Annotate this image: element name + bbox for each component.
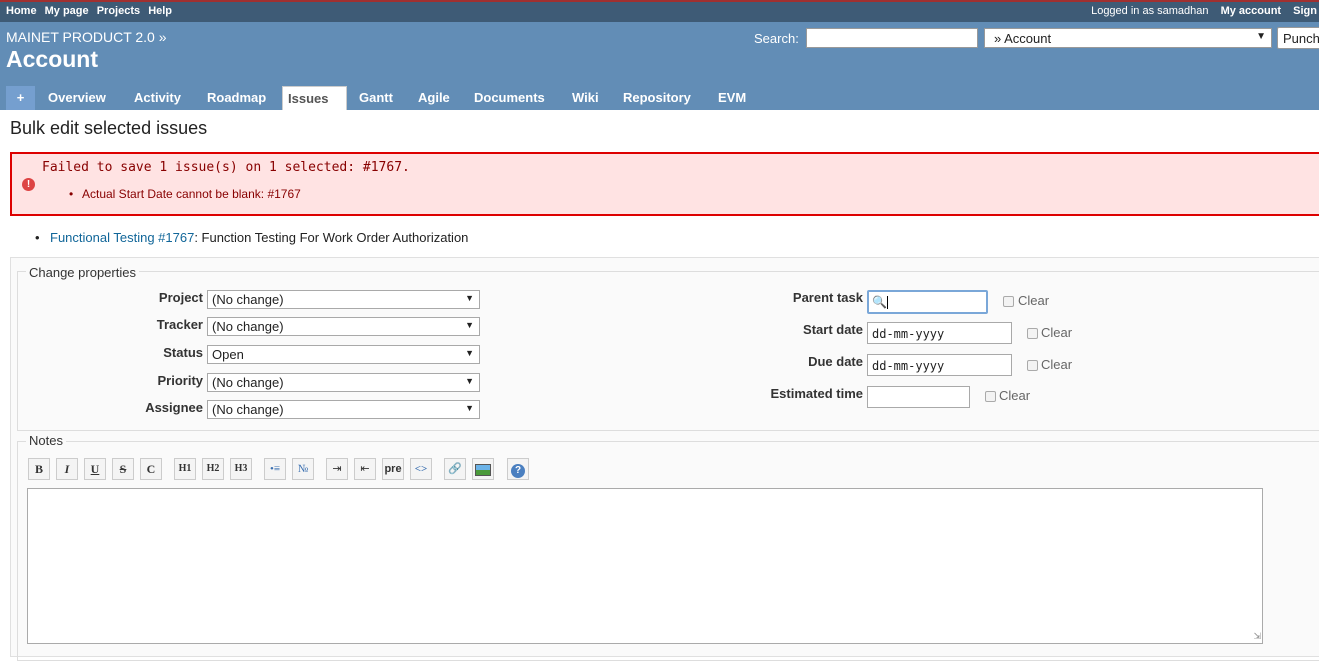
tab-roadmap[interactable]: Roadmap bbox=[202, 86, 271, 110]
parent-task-clear-checkbox[interactable] bbox=[1003, 296, 1014, 307]
underline-button[interactable]: U bbox=[84, 458, 106, 480]
due-date-label: Due date bbox=[808, 354, 863, 369]
tab-documents[interactable]: Documents bbox=[469, 86, 550, 110]
indent-icon[interactable]: ⇥ bbox=[326, 458, 348, 480]
dropdown-arrow-icon: ▼ bbox=[465, 348, 474, 358]
project-title: Account bbox=[6, 46, 98, 72]
tab-activity[interactable]: Activity bbox=[129, 86, 186, 110]
issue-subject: : Function Testing For Work Order Author… bbox=[194, 230, 469, 245]
tab-gantt[interactable]: Gantt bbox=[354, 86, 398, 110]
menu-help-link[interactable]: Help bbox=[148, 5, 172, 17]
dropdown-arrow-icon: ▼ bbox=[465, 376, 474, 386]
search-icon: 🔍 bbox=[872, 295, 887, 309]
parent-task-input[interactable]: 🔍 bbox=[867, 290, 988, 314]
top-menu-bar: Home My page Projects Help Logged in as … bbox=[0, 0, 1319, 22]
menu-my-page-link[interactable]: My page bbox=[45, 5, 89, 17]
logged-in-as: Logged in as samadhan bbox=[1091, 5, 1209, 17]
parent-task-clear-label: Clear bbox=[1018, 293, 1050, 308]
text-cursor bbox=[886, 296, 888, 309]
code-icon[interactable]: <> bbox=[410, 458, 432, 480]
tab-new-object[interactable]: + bbox=[6, 86, 35, 110]
parent-project-link[interactable]: MAINET PRODUCT 2.0 » bbox=[6, 29, 167, 45]
estimated-time-input[interactable] bbox=[867, 386, 970, 408]
search-label: Search: bbox=[754, 31, 799, 46]
tab-issues[interactable]: Issues bbox=[282, 86, 347, 110]
estimated-time-clear-checkbox[interactable] bbox=[985, 391, 996, 402]
resize-grip-icon[interactable]: ⇲ bbox=[1253, 631, 1261, 642]
status-select[interactable]: Open ▼ bbox=[207, 345, 480, 364]
error-icon: ! bbox=[22, 178, 35, 191]
tab-overview[interactable]: Overview bbox=[43, 86, 111, 110]
dropdown-arrow-icon: ▼ bbox=[1256, 31, 1266, 42]
heading1-button[interactable]: H1 bbox=[174, 458, 196, 480]
estimated-time-label: Estimated time bbox=[770, 386, 863, 401]
error-message: Failed to save 1 issue(s) on 1 selected:… bbox=[42, 160, 410, 175]
assignee-label: Assignee bbox=[145, 400, 203, 415]
due-date-clear-label: Clear bbox=[1041, 357, 1073, 372]
selected-issue-item: Functional Testing #1767: Function Testi… bbox=[35, 230, 469, 245]
strikethrough-button[interactable]: S bbox=[112, 458, 134, 480]
start-date-clear-checkbox[interactable] bbox=[1027, 328, 1038, 339]
tab-repository[interactable]: Repository bbox=[618, 86, 696, 110]
tab-wiki[interactable]: Wiki bbox=[567, 86, 604, 110]
priority-select[interactable]: (No change) ▼ bbox=[207, 373, 480, 392]
notes-textarea[interactable]: ⇲ bbox=[27, 488, 1263, 644]
status-label: Status bbox=[163, 345, 203, 360]
pre-button[interactable]: pre bbox=[382, 458, 404, 480]
bold-button[interactable]: B bbox=[28, 458, 50, 480]
my-account-link[interactable]: My account bbox=[1221, 5, 1282, 17]
due-date-input[interactable]: dd-mm-yyyy bbox=[867, 354, 1012, 376]
page-title: Bulk edit selected issues bbox=[10, 118, 208, 138]
start-date-label: Start date bbox=[803, 322, 863, 337]
dropdown-arrow-icon: ▼ bbox=[465, 403, 474, 413]
dropdown-arrow-icon: ▼ bbox=[465, 293, 474, 303]
image-icon[interactable] bbox=[472, 458, 494, 480]
priority-select-value: (No change) bbox=[212, 375, 284, 390]
status-select-value: Open bbox=[212, 347, 244, 362]
help-icon[interactable]: ? bbox=[507, 458, 529, 480]
sign-out-link[interactable]: Sign bbox=[1293, 5, 1317, 17]
priority-label: Priority bbox=[157, 373, 203, 388]
ordered-list-icon[interactable]: № bbox=[292, 458, 314, 480]
assignee-select[interactable]: (No change) ▼ bbox=[207, 400, 480, 419]
project-jump-value: » Account bbox=[994, 31, 1052, 46]
project-label: Project bbox=[158, 290, 203, 305]
parent-task-label: Parent task bbox=[792, 290, 863, 305]
menu-projects-link[interactable]: Projects bbox=[97, 5, 140, 17]
dropdown-arrow-icon: ▼ bbox=[465, 320, 474, 330]
tracker-select[interactable]: (No change) ▼ bbox=[207, 317, 480, 336]
assignee-select-value: (No change) bbox=[212, 402, 284, 417]
project-select-value: (No change) bbox=[212, 292, 284, 307]
menu-home-link[interactable]: Home bbox=[6, 5, 37, 17]
due-date-clear-checkbox[interactable] bbox=[1027, 360, 1038, 371]
unordered-list-icon[interactable]: •≡ bbox=[264, 458, 286, 480]
start-date-input[interactable]: dd-mm-yyyy bbox=[867, 322, 1012, 344]
outdent-icon[interactable]: ⇤ bbox=[354, 458, 376, 480]
punch-button[interactable]: Punch bbox=[1277, 27, 1319, 49]
issue-link[interactable]: Functional Testing #1767 bbox=[50, 230, 194, 245]
inline-code-button[interactable]: C bbox=[140, 458, 162, 480]
heading2-button[interactable]: H2 bbox=[202, 458, 224, 480]
tracker-label: Tracker bbox=[156, 317, 203, 332]
start-date-clear-label: Clear bbox=[1041, 325, 1073, 340]
tab-agile[interactable]: Agile bbox=[413, 86, 455, 110]
error-item: Actual Start Date cannot be blank: #1767 bbox=[69, 187, 301, 201]
project-jump-select[interactable]: » Account ▼ bbox=[984, 28, 1272, 48]
wiki-link-icon[interactable]: 🔗 bbox=[444, 458, 466, 480]
notes-legend: Notes bbox=[26, 433, 66, 448]
project-select[interactable]: (No change) ▼ bbox=[207, 290, 480, 309]
change-properties-legend: Change properties bbox=[26, 265, 139, 280]
error-explanation: ! Failed to save 1 issue(s) on 1 selecte… bbox=[10, 152, 1319, 216]
tab-evm[interactable]: EVM bbox=[713, 86, 751, 110]
italic-button[interactable]: I bbox=[56, 458, 78, 480]
tracker-select-value: (No change) bbox=[212, 319, 284, 334]
search-input[interactable] bbox=[806, 28, 978, 48]
estimated-time-clear-label: Clear bbox=[999, 388, 1031, 403]
heading3-button[interactable]: H3 bbox=[230, 458, 252, 480]
